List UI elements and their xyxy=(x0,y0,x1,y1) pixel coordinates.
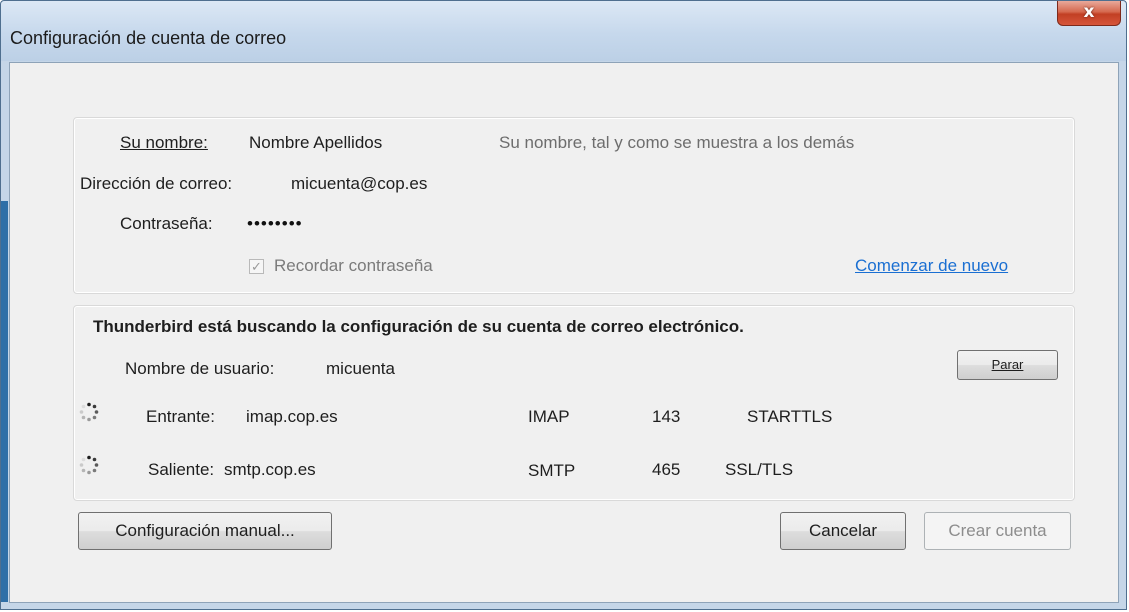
incoming-security[interactable]: STARTTLS xyxy=(747,407,832,427)
username-label: Nombre de usuario: xyxy=(125,359,275,378)
title-bar[interactable]: Configuración de cuenta de correo xyxy=(1,1,1126,61)
email-label: Dirección de correo: xyxy=(80,174,233,193)
window-frame-left-shadow xyxy=(1,201,8,609)
name-field[interactable]: Nombre Apellidos xyxy=(249,133,382,153)
outgoing-server[interactable]: smtp.cop.es xyxy=(224,460,316,480)
status-group: Thunderbird está buscando la configuraci… xyxy=(73,305,1075,501)
dialog-window: Configuración de cuenta de correo x Su n… xyxy=(0,0,1127,610)
stop-button[interactable]: Parar xyxy=(957,350,1058,380)
spinner-icon xyxy=(79,455,99,475)
window-frame-right xyxy=(1119,61,1126,609)
incoming-label: Entrante: xyxy=(146,407,215,426)
close-button[interactable]: x xyxy=(1057,1,1121,26)
create-account-button[interactable]: Crear cuenta xyxy=(924,512,1071,550)
dialog-client-area: Su nombre: Nombre Apellidos Su nombre, t… xyxy=(9,62,1119,603)
spinner-icon xyxy=(79,402,99,422)
incoming-protocol[interactable]: IMAP xyxy=(528,407,570,427)
manual-config-button[interactable]: Configuración manual... xyxy=(78,512,332,550)
remember-password-checkbox[interactable]: ✓ xyxy=(249,259,264,274)
name-label: Su nombre: xyxy=(120,133,208,152)
outgoing-port[interactable]: 465 xyxy=(652,460,680,480)
password-label: Contraseña: xyxy=(120,214,213,233)
name-hint: Su nombre, tal y como se muestra a los d… xyxy=(499,133,855,152)
close-icon: x xyxy=(1083,2,1095,22)
outgoing-label: Saliente: xyxy=(148,460,215,479)
password-field[interactable]: •••••••• xyxy=(247,214,303,234)
remember-password-label[interactable]: Recordar contraseña xyxy=(274,256,433,276)
window-title: Configuración de cuenta de correo xyxy=(10,28,287,48)
identity-group: Su nombre: Nombre Apellidos Su nombre, t… xyxy=(73,117,1075,294)
status-message: Thunderbird está buscando la configuraci… xyxy=(93,317,744,336)
outgoing-security[interactable]: SSL/TLS xyxy=(725,460,793,480)
incoming-server[interactable]: imap.cop.es xyxy=(246,407,338,427)
incoming-port[interactable]: 143 xyxy=(652,407,680,427)
outgoing-protocol[interactable]: SMTP xyxy=(528,461,575,481)
username-field[interactable]: micuenta xyxy=(326,359,395,379)
checkmark-icon: ✓ xyxy=(251,259,262,274)
email-field[interactable]: micuenta@cop.es xyxy=(291,174,427,194)
cancel-button[interactable]: Cancelar xyxy=(780,512,906,550)
restart-link[interactable]: Comenzar de nuevo xyxy=(855,256,1008,276)
window-frame-bottom xyxy=(1,602,1126,609)
